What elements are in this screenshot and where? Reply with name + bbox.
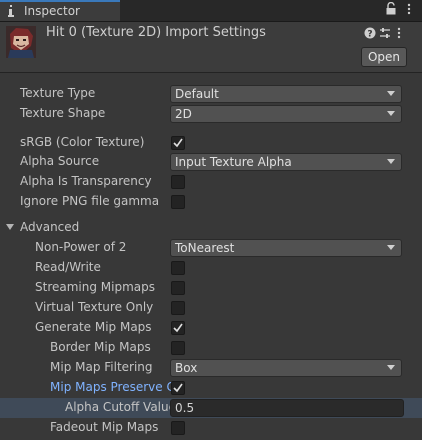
mip-maps-preserve-coverage-label: Mip Maps Preserve C <box>50 380 175 394</box>
texture-shape-dropdown[interactable]: 2D <box>170 105 402 123</box>
row-virtual-texture-only: Virtual Texture Only <box>0 298 422 318</box>
srgb-checkbox[interactable] <box>171 136 185 150</box>
alpha-cutoff-value-label: Alpha Cutoff Value <box>65 400 176 414</box>
row-generate-mip-maps: Generate Mip Maps <box>0 318 422 338</box>
mip-map-filtering-label: Mip Map Filtering <box>50 360 153 374</box>
dropdown-arrow-icon <box>387 159 395 164</box>
tab-title: Inspector <box>24 4 80 18</box>
alpha-is-transparency-checkbox[interactable] <box>171 175 185 189</box>
texture-type-value: Default <box>175 87 219 101</box>
fadeout-mip-maps-checkbox[interactable] <box>171 421 185 435</box>
non-power-of-2-value: ToNearest <box>175 241 235 255</box>
lock-icon[interactable] <box>386 2 396 15</box>
dropdown-arrow-icon <box>387 91 395 96</box>
row-mip-maps-preserve-coverage: Mip Maps Preserve C <box>0 378 422 398</box>
alpha-cutoff-value: 0.5 <box>175 401 195 415</box>
dropdown-arrow-icon <box>387 365 395 370</box>
row-fadeout-mip-maps: Fadeout Mip Maps <box>0 418 422 438</box>
border-mip-maps-label: Border Mip Maps <box>50 340 151 354</box>
texture-type-dropdown[interactable]: Default <box>170 85 402 103</box>
srgb-label: sRGB (Color Texture) <box>20 135 145 149</box>
texture-shape-label: Texture Shape <box>20 106 106 120</box>
virtual-texture-only-checkbox[interactable] <box>171 301 185 315</box>
read-write-checkbox[interactable] <box>171 261 185 275</box>
checkmark-icon <box>173 383 183 393</box>
fadeout-mip-maps-label: Fadeout Mip Maps <box>50 420 159 434</box>
alpha-source-dropdown[interactable]: Input Texture Alpha <box>170 153 402 171</box>
generate-mip-maps-checkbox[interactable] <box>171 321 185 335</box>
open-button[interactable]: Open <box>361 47 407 67</box>
mip-maps-preserve-coverage-checkbox[interactable] <box>171 381 185 395</box>
advanced-foldout[interactable]: Advanced <box>0 218 422 238</box>
read-write-label: Read/Write <box>35 260 101 274</box>
checkmark-icon <box>173 323 183 333</box>
preset-icon[interactable] <box>379 27 391 39</box>
non-power-of-2-dropdown[interactable]: ToNearest <box>170 239 402 257</box>
more-icon[interactable] <box>396 27 402 39</box>
asset-title: Hit 0 (Texture 2D) Import Settings <box>46 25 266 40</box>
ignore-png-gamma-label: Ignore PNG file gamma <box>20 194 160 208</box>
streaming-mipmaps-label: Streaming Mipmaps <box>35 280 156 294</box>
row-texture-shape: Texture Shape 2D <box>0 104 422 124</box>
row-border-mip-maps: Border Mip Maps <box>0 338 422 358</box>
asset-header: Hit 0 (Texture 2D) Import Settings ? Ope… <box>0 22 422 73</box>
mip-map-filtering-value: Box <box>175 361 198 375</box>
streaming-mipmaps-checkbox[interactable] <box>171 281 185 295</box>
dropdown-arrow-icon <box>387 245 395 250</box>
alpha-cutoff-value-input[interactable]: 0.5 <box>170 399 404 417</box>
tab-bar: Inspector <box>0 0 422 22</box>
row-texture-type: Texture Type Default <box>0 84 422 104</box>
advanced-label: Advanced <box>20 220 80 234</box>
row-srgb: sRGB (Color Texture) <box>0 133 422 153</box>
row-non-power-of-2: Non-Power of 2 ToNearest <box>0 238 422 258</box>
texture-shape-value: 2D <box>175 107 192 121</box>
mip-map-filtering-dropdown[interactable]: Box <box>170 359 402 377</box>
info-icon <box>8 5 14 17</box>
chevron-down-icon <box>6 224 14 230</box>
row-streaming-mipmaps: Streaming Mipmaps <box>0 278 422 298</box>
non-power-of-2-label: Non-Power of 2 <box>35 240 127 254</box>
border-mip-maps-checkbox[interactable] <box>171 341 185 355</box>
ignore-png-gamma-checkbox[interactable] <box>171 195 185 209</box>
kebab-menu-icon[interactable] <box>405 3 413 15</box>
row-alpha-source: Alpha Source Input Texture Alpha <box>0 152 422 172</box>
generate-mip-maps-label: Generate Mip Maps <box>35 320 152 334</box>
virtual-texture-only-label: Virtual Texture Only <box>35 300 154 314</box>
row-alpha-cutoff-value: Alpha Cutoff Value 0.5 <box>0 398 422 418</box>
alpha-source-label: Alpha Source <box>20 154 100 168</box>
row-mip-map-filtering: Mip Map Filtering Box <box>0 358 422 378</box>
texture-type-label: Texture Type <box>20 86 96 100</box>
help-icon[interactable]: ? <box>364 27 376 39</box>
svg-text:?: ? <box>367 30 372 40</box>
scrollbar[interactable] <box>410 74 422 440</box>
alpha-source-value: Input Texture Alpha <box>175 155 292 169</box>
checkmark-icon <box>173 138 183 148</box>
texture-thumbnail <box>6 26 36 58</box>
tab-inspector[interactable]: Inspector <box>0 0 120 21</box>
row-read-write: Read/Write <box>0 258 422 278</box>
row-ignore-png-gamma: Ignore PNG file gamma <box>0 192 422 212</box>
alpha-is-transparency-label: Alpha Is Transparency <box>20 174 152 188</box>
dropdown-arrow-icon <box>387 111 395 116</box>
row-alpha-is-transparency: Alpha Is Transparency <box>0 172 422 192</box>
